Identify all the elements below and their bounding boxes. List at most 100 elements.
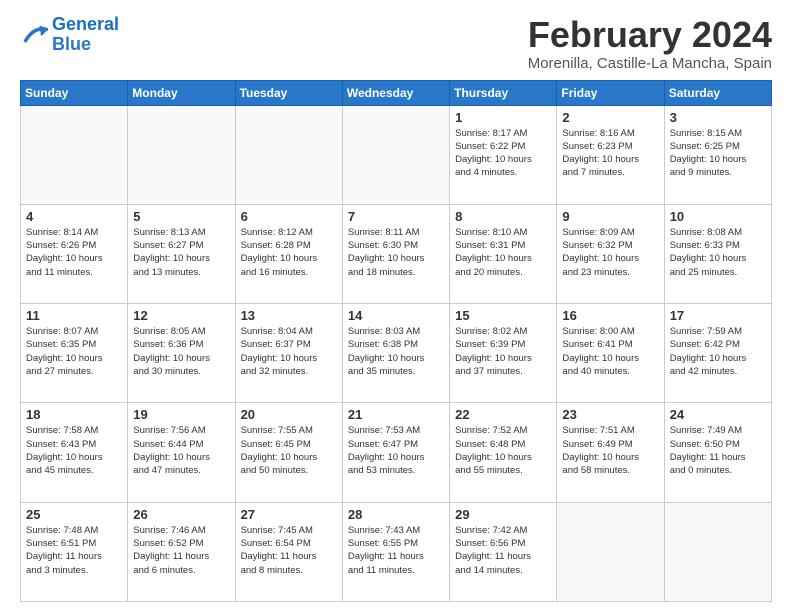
calendar-week-4: 18 Sunrise: 7:58 AM Sunset: 6:43 PM Dayli…	[21, 403, 772, 502]
calendar-cell: 7 Sunrise: 8:11 AM Sunset: 6:30 PM Daylig…	[342, 204, 449, 303]
calendar-cell: 20 Sunrise: 7:55 AM Sunset: 6:45 PM Dayli…	[235, 403, 342, 502]
header: General Blue February 2024 Morenilla, Ca…	[20, 15, 772, 72]
calendar-cell: 15Sunrise: 8:02 AM Sunset: 6:39 PM Dayli…	[450, 304, 557, 403]
day-number: 22	[455, 407, 551, 422]
logo-icon	[20, 21, 48, 49]
calendar-table: SundayMondayTuesdayWednesdayThursdayFrid…	[20, 80, 772, 602]
calendar-cell: 4 Sunrise: 8:14 AM Sunset: 6:26 PM Daylig…	[21, 204, 128, 303]
day-info: Sunrise: 7:42 AM Sunset: 6:56 PM Dayligh…	[455, 524, 551, 577]
day-number: 18	[26, 407, 122, 422]
calendar-header-tuesday: Tuesday	[235, 80, 342, 105]
day-number: 28	[348, 507, 444, 522]
calendar-cell: 8 Sunrise: 8:10 AM Sunset: 6:31 PM Daylig…	[450, 204, 557, 303]
day-number: 12	[133, 308, 229, 323]
day-number: 25	[26, 507, 122, 522]
day-number: 26	[133, 507, 229, 522]
day-info: Sunrise: 7:53 AM Sunset: 6:47 PM Dayligh…	[348, 424, 444, 477]
day-info: Sunrise: 8:08 AM Sunset: 6:33 PM Dayligh…	[670, 226, 766, 279]
day-info: Sunrise: 8:14 AM Sunset: 6:26 PM Dayligh…	[26, 226, 122, 279]
day-info: Sunrise: 7:55 AM Sunset: 6:45 PM Dayligh…	[241, 424, 337, 477]
calendar-header-wednesday: Wednesday	[342, 80, 449, 105]
calendar-cell: 29 Sunrise: 7:42 AM Sunset: 6:56 PM Dayli…	[450, 502, 557, 601]
day-number: 4	[26, 209, 122, 224]
calendar-cell: 3Sunrise: 8:15 AM Sunset: 6:25 PM Daylig…	[664, 105, 771, 204]
day-number: 24	[670, 407, 766, 422]
day-info: Sunrise: 8:17 AM Sunset: 6:22 PM Dayligh…	[455, 127, 551, 180]
day-info: Sunrise: 8:04 AM Sunset: 6:37 PM Dayligh…	[241, 325, 337, 378]
day-info: Sunrise: 7:43 AM Sunset: 6:55 PM Dayligh…	[348, 524, 444, 577]
day-info: Sunrise: 7:46 AM Sunset: 6:52 PM Dayligh…	[133, 524, 229, 577]
calendar-header-monday: Monday	[128, 80, 235, 105]
calendar-cell: 1 Sunrise: 8:17 AM Sunset: 6:22 PM Daylig…	[450, 105, 557, 204]
calendar-cell: 26 Sunrise: 7:46 AM Sunset: 6:52 PM Dayli…	[128, 502, 235, 601]
calendar-header-thursday: Thursday	[450, 80, 557, 105]
calendar-cell: 6 Sunrise: 8:12 AM Sunset: 6:28 PM Daylig…	[235, 204, 342, 303]
day-info: Sunrise: 8:13 AM Sunset: 6:27 PM Dayligh…	[133, 226, 229, 279]
day-info: Sunrise: 7:48 AM Sunset: 6:51 PM Dayligh…	[26, 524, 122, 577]
calendar-cell: 22 Sunrise: 7:52 AM Sunset: 6:48 PM Dayli…	[450, 403, 557, 502]
calendar-week-3: 11 Sunrise: 8:07 AM Sunset: 6:35 PM Dayli…	[21, 304, 772, 403]
logo-blue: Blue	[52, 34, 91, 54]
calendar-cell: 23 Sunrise: 7:51 AM Sunset: 6:49 PM Dayli…	[557, 403, 664, 502]
calendar-week-2: 4 Sunrise: 8:14 AM Sunset: 6:26 PM Daylig…	[21, 204, 772, 303]
day-number: 19	[133, 407, 229, 422]
day-number: 2	[562, 110, 658, 125]
calendar-cell: 24Sunrise: 7:49 AM Sunset: 6:50 PM Dayli…	[664, 403, 771, 502]
calendar-cell	[342, 105, 449, 204]
day-info: Sunrise: 8:07 AM Sunset: 6:35 PM Dayligh…	[26, 325, 122, 378]
day-info: Sunrise: 8:16 AM Sunset: 6:23 PM Dayligh…	[562, 127, 658, 180]
logo: General Blue	[20, 15, 119, 55]
day-number: 27	[241, 507, 337, 522]
day-number: 23	[562, 407, 658, 422]
day-number: 3	[670, 110, 766, 125]
calendar-header-friday: Friday	[557, 80, 664, 105]
day-number: 10	[670, 209, 766, 224]
calendar-header-row: SundayMondayTuesdayWednesdayThursdayFrid…	[21, 80, 772, 105]
day-info: Sunrise: 8:12 AM Sunset: 6:28 PM Dayligh…	[241, 226, 337, 279]
day-number: 29	[455, 507, 551, 522]
calendar-cell: 9Sunrise: 8:09 AM Sunset: 6:32 PM Daylig…	[557, 204, 664, 303]
day-number: 8	[455, 209, 551, 224]
day-number: 7	[348, 209, 444, 224]
logo-general: General	[52, 14, 119, 34]
calendar-cell: 27Sunrise: 7:45 AM Sunset: 6:54 PM Dayli…	[235, 502, 342, 601]
calendar-cell: 17Sunrise: 7:59 AM Sunset: 6:42 PM Dayli…	[664, 304, 771, 403]
day-number: 9	[562, 209, 658, 224]
day-info: Sunrise: 7:58 AM Sunset: 6:43 PM Dayligh…	[26, 424, 122, 477]
calendar-header-sunday: Sunday	[21, 80, 128, 105]
day-number: 21	[348, 407, 444, 422]
day-number: 11	[26, 308, 122, 323]
day-info: Sunrise: 8:05 AM Sunset: 6:36 PM Dayligh…	[133, 325, 229, 378]
calendar-cell: 18 Sunrise: 7:58 AM Sunset: 6:43 PM Dayli…	[21, 403, 128, 502]
day-info: Sunrise: 8:11 AM Sunset: 6:30 PM Dayligh…	[348, 226, 444, 279]
day-info: Sunrise: 7:51 AM Sunset: 6:49 PM Dayligh…	[562, 424, 658, 477]
calendar-cell: 14 Sunrise: 8:03 AM Sunset: 6:38 PM Dayli…	[342, 304, 449, 403]
calendar-cell: 21 Sunrise: 7:53 AM Sunset: 6:47 PM Dayli…	[342, 403, 449, 502]
calendar-week-1: 1 Sunrise: 8:17 AM Sunset: 6:22 PM Daylig…	[21, 105, 772, 204]
day-info: Sunrise: 8:03 AM Sunset: 6:38 PM Dayligh…	[348, 325, 444, 378]
calendar-cell: 5 Sunrise: 8:13 AM Sunset: 6:27 PM Daylig…	[128, 204, 235, 303]
day-number: 5	[133, 209, 229, 224]
logo-text: General Blue	[52, 15, 119, 55]
calendar-cell: 10 Sunrise: 8:08 AM Sunset: 6:33 PM Dayli…	[664, 204, 771, 303]
calendar-cell	[664, 502, 771, 601]
day-number: 20	[241, 407, 337, 422]
day-number: 1	[455, 110, 551, 125]
calendar-cell: 19 Sunrise: 7:56 AM Sunset: 6:44 PM Dayli…	[128, 403, 235, 502]
title-block: February 2024 Morenilla, Castille-La Man…	[528, 15, 772, 72]
page: General Blue February 2024 Morenilla, Ca…	[0, 0, 792, 612]
calendar-cell: 13Sunrise: 8:04 AM Sunset: 6:37 PM Dayli…	[235, 304, 342, 403]
day-number: 15	[455, 308, 551, 323]
day-info: Sunrise: 8:10 AM Sunset: 6:31 PM Dayligh…	[455, 226, 551, 279]
day-number: 6	[241, 209, 337, 224]
day-number: 16	[562, 308, 658, 323]
calendar-week-5: 25 Sunrise: 7:48 AM Sunset: 6:51 PM Dayli…	[21, 502, 772, 601]
calendar-cell: 12 Sunrise: 8:05 AM Sunset: 6:36 PM Dayli…	[128, 304, 235, 403]
day-info: Sunrise: 7:56 AM Sunset: 6:44 PM Dayligh…	[133, 424, 229, 477]
calendar-cell	[235, 105, 342, 204]
calendar-cell	[557, 502, 664, 601]
calendar-cell	[128, 105, 235, 204]
calendar-cell: 11 Sunrise: 8:07 AM Sunset: 6:35 PM Dayli…	[21, 304, 128, 403]
day-info: Sunrise: 7:52 AM Sunset: 6:48 PM Dayligh…	[455, 424, 551, 477]
day-number: 14	[348, 308, 444, 323]
